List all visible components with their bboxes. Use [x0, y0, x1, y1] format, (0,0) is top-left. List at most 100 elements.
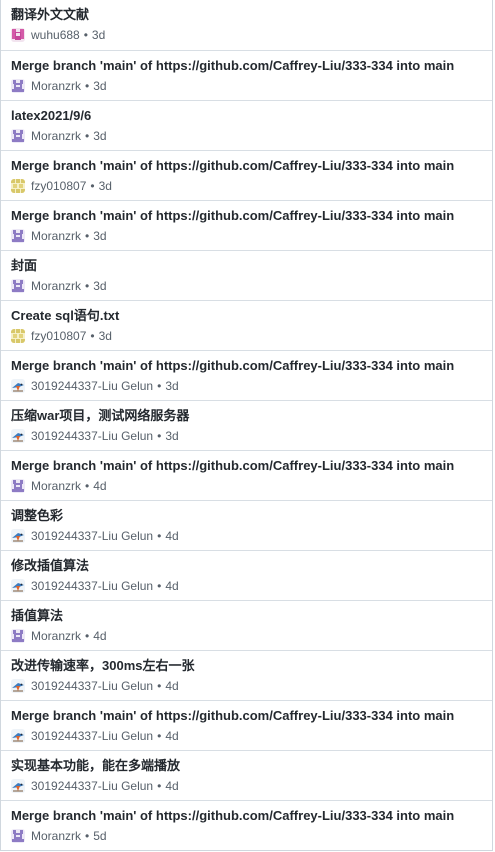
commit-message-link[interactable]: Merge branch 'main' of https://github.co… [11, 457, 492, 474]
meta-separator: • [83, 28, 88, 42]
bird-avatar-icon[interactable] [11, 729, 25, 743]
commit-time: 3d [93, 279, 107, 293]
commit-author-link[interactable]: 3019244337-Liu Gelun [31, 579, 153, 593]
bird-avatar-icon[interactable] [11, 779, 25, 793]
commit-time: 3d [98, 329, 112, 343]
commit-meta: Moranzrk • 4d [11, 477, 492, 495]
yellow-avatar-icon[interactable] [11, 179, 25, 193]
purple-avatar-icon[interactable] [11, 279, 25, 293]
commit-row: Merge branch 'main' of https://github.co… [1, 150, 492, 200]
purple-avatar-icon[interactable] [11, 229, 25, 243]
commit-author-link[interactable]: Moranzrk [31, 79, 81, 93]
commit-row: 调整色彩 3019244337-Liu Gelun • 4d [1, 500, 492, 550]
commit-meta: wuhu688 • 3d [11, 26, 492, 44]
commit-meta: 3019244337-Liu Gelun • 4d [11, 777, 492, 795]
meta-separator: • [157, 729, 162, 743]
commit-author-link[interactable]: Moranzrk [31, 629, 81, 643]
pink-avatar-icon[interactable] [11, 28, 25, 42]
meta-separator: • [157, 579, 162, 593]
commit-meta: 3019244337-Liu Gelun • 3d [11, 427, 492, 445]
commit-author-link[interactable]: fzy010807 [31, 329, 86, 343]
commit-author-link[interactable]: 3019244337-Liu Gelun [31, 379, 153, 393]
commit-meta: 3019244337-Liu Gelun • 4d [11, 677, 492, 695]
commit-message-link[interactable]: Merge branch 'main' of https://github.co… [11, 157, 492, 174]
commit-time: 3d [93, 79, 107, 93]
commit-row: 封面 Moranzrk • 3d [1, 250, 492, 300]
commit-message-link[interactable]: Merge branch 'main' of https://github.co… [11, 707, 492, 724]
commit-message-link[interactable]: 修改插值算法 [11, 557, 492, 574]
commit-time: 4d [165, 779, 179, 793]
yellow-avatar-icon[interactable] [11, 329, 25, 343]
commit-meta: Moranzrk • 3d [11, 77, 492, 95]
purple-avatar-icon[interactable] [11, 129, 25, 143]
commit-row: Merge branch 'main' of https://github.co… [1, 200, 492, 250]
commit-time: 4d [93, 479, 107, 493]
commit-message-link[interactable]: 调整色彩 [11, 507, 492, 524]
purple-avatar-icon[interactable] [11, 629, 25, 643]
commit-time: 3d [93, 229, 107, 243]
commit-message-link[interactable]: 压缩war项目，测试网络服务器 [11, 407, 492, 424]
commit-author-link[interactable]: Moranzrk [31, 479, 81, 493]
commit-message-link[interactable]: 插值算法 [11, 607, 492, 624]
commit-time: 5d [93, 829, 107, 843]
commit-message-link[interactable]: 实现基本功能，能在多端播放 [11, 757, 492, 774]
commit-message-link[interactable]: Merge branch 'main' of https://github.co… [11, 807, 492, 824]
commit-meta: 3019244337-Liu Gelun • 4d [11, 527, 492, 545]
commit-author-link[interactable]: Moranzrk [31, 229, 81, 243]
commit-time: 4d [165, 679, 179, 693]
purple-avatar-icon[interactable] [11, 479, 25, 493]
meta-separator: • [85, 129, 90, 143]
purple-avatar-icon[interactable] [11, 829, 25, 843]
commit-row: Merge branch 'main' of https://github.co… [1, 700, 492, 750]
commit-message-link[interactable]: Merge branch 'main' of https://github.co… [11, 207, 492, 224]
commit-author-link[interactable]: Moranzrk [31, 129, 81, 143]
meta-separator: • [85, 79, 90, 93]
purple-avatar-icon[interactable] [11, 79, 25, 93]
commit-row: Merge branch 'main' of https://github.co… [1, 450, 492, 500]
commit-row: Merge branch 'main' of https://github.co… [1, 800, 492, 850]
commit-author-link[interactable]: 3019244337-Liu Gelun [31, 529, 153, 543]
commit-message-link[interactable]: Create sql语句.txt [11, 307, 492, 324]
commit-meta: Moranzrk • 3d [11, 277, 492, 295]
commit-author-link[interactable]: 3019244337-Liu Gelun [31, 729, 153, 743]
commit-list: 翻译外文文献 wuhu688 • 3d Merge branch 'main' … [0, 0, 493, 851]
bird-avatar-icon[interactable] [11, 429, 25, 443]
commit-meta: Moranzrk • 3d [11, 227, 492, 245]
commit-row: 实现基本功能，能在多端播放 3019244337-Liu Gelun • 4d [1, 750, 492, 800]
meta-separator: • [90, 329, 95, 343]
commit-row: 改进传输速率，300ms左右一张 3019244337-Liu Gelun • … [1, 650, 492, 700]
bird-avatar-icon[interactable] [11, 379, 25, 393]
meta-separator: • [157, 379, 162, 393]
meta-separator: • [85, 229, 90, 243]
commit-time: 4d [165, 529, 179, 543]
commit-author-link[interactable]: 3019244337-Liu Gelun [31, 779, 153, 793]
meta-separator: • [157, 679, 162, 693]
bird-avatar-icon[interactable] [11, 579, 25, 593]
bird-avatar-icon[interactable] [11, 679, 25, 693]
commit-author-link[interactable]: wuhu688 [31, 28, 80, 42]
commit-meta: 3019244337-Liu Gelun • 4d [11, 577, 492, 595]
commit-message-link[interactable]: Merge branch 'main' of https://github.co… [11, 57, 492, 74]
commit-meta: 3019244337-Liu Gelun • 4d [11, 727, 492, 745]
commit-row: latex2021/9/6 Moranzrk • 3d [1, 100, 492, 150]
commit-row: Merge branch 'main' of https://github.co… [1, 350, 492, 400]
commit-author-link[interactable]: 3019244337-Liu Gelun [31, 679, 153, 693]
commit-message-link[interactable]: 封面 [11, 257, 492, 274]
commit-message-link[interactable]: 改进传输速率，300ms左右一张 [11, 657, 492, 674]
commit-author-link[interactable]: 3019244337-Liu Gelun [31, 429, 153, 443]
commit-message-link[interactable]: latex2021/9/6 [11, 107, 492, 124]
commit-row: 压缩war项目，测试网络服务器 3019244337-Liu Gelun • 3… [1, 400, 492, 450]
commit-author-link[interactable]: fzy010807 [31, 179, 86, 193]
bird-avatar-icon[interactable] [11, 529, 25, 543]
commit-message-link[interactable]: 翻译外文文献 [11, 6, 492, 23]
commit-time: 3d [98, 179, 112, 193]
meta-separator: • [157, 429, 162, 443]
commit-time: 4d [93, 629, 107, 643]
commit-time: 4d [165, 729, 179, 743]
commit-author-link[interactable]: Moranzrk [31, 829, 81, 843]
commit-message-link[interactable]: Merge branch 'main' of https://github.co… [11, 357, 492, 374]
meta-separator: • [90, 179, 95, 193]
commit-time: 4d [165, 579, 179, 593]
commit-author-link[interactable]: Moranzrk [31, 279, 81, 293]
meta-separator: • [85, 829, 90, 843]
